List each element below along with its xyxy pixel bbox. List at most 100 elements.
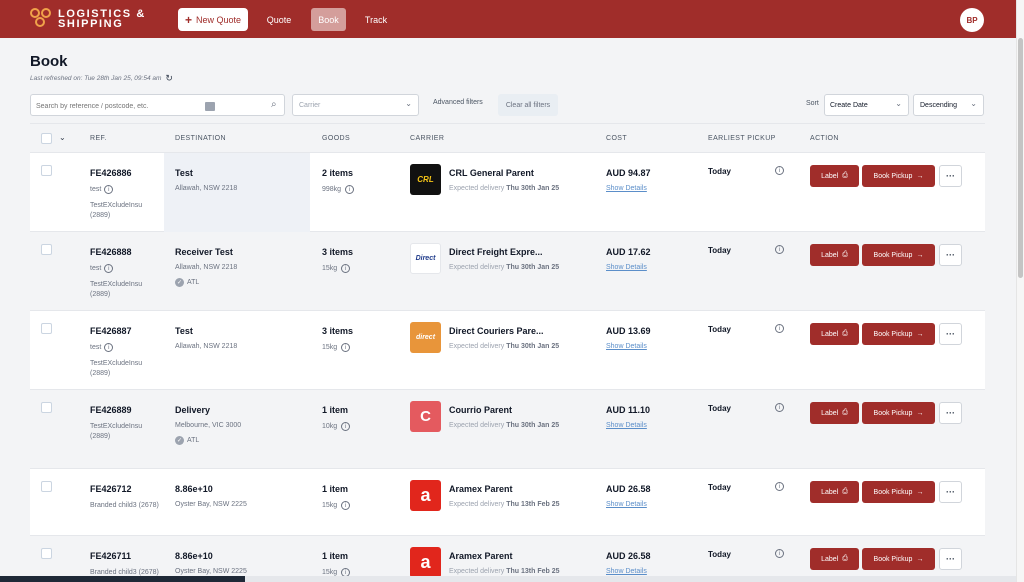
book-pickup-button[interactable]: Book Pickup → — [862, 323, 935, 345]
calendar-icon[interactable] — [205, 102, 215, 111]
more-options-button[interactable]: ··· — [939, 244, 962, 266]
info-icon[interactable]: i — [775, 166, 784, 175]
label-button[interactable]: Label ⎙ — [810, 402, 859, 424]
info-icon[interactable]: i — [341, 422, 351, 431]
row-destination-location: Allawah, NSW 2218 — [175, 264, 238, 271]
info-icon[interactable]: i — [775, 403, 784, 412]
show-details-link[interactable]: Show Details — [606, 185, 647, 192]
label-button[interactable]: Label ⎙ — [810, 323, 859, 345]
label-button[interactable]: Label ⎙ — [810, 548, 859, 570]
chevron-down-icon[interactable]: ⌄ — [59, 133, 66, 142]
row-checkbox[interactable] — [41, 402, 52, 413]
row-checkbox[interactable] — [41, 323, 52, 334]
row-weight: 15kg i — [322, 501, 351, 510]
search-input[interactable] — [31, 96, 191, 117]
search-icon[interactable]: ⌕ — [271, 99, 277, 110]
table-row[interactable]: FE426889 TestEXcludeInsu (2889) Delivery… — [30, 390, 985, 469]
nav-quote[interactable]: Quote — [262, 8, 296, 31]
row-ref-sub: test i — [90, 185, 114, 194]
show-details-link[interactable]: Show Details — [606, 343, 647, 350]
brand-logo[interactable]: LOGISTICS & SHIPPING — [30, 8, 146, 30]
book-pickup-button[interactable]: Book Pickup → — [862, 244, 935, 266]
row-goods: 1 item — [322, 405, 349, 415]
row-account: Branded child3 (2678) — [90, 502, 159, 509]
show-details-link[interactable]: Show Details — [606, 422, 647, 429]
label-button[interactable]: Label ⎙ — [810, 165, 859, 187]
row-account: TestEXcludeInsu (2889) — [90, 202, 143, 219]
row-goods: 3 items — [322, 247, 354, 257]
row-ref[interactable]: FE426889 — [90, 405, 132, 415]
crl-logo-icon: CRL — [410, 164, 441, 195]
row-carrier-name: Direct Couriers Pare... — [449, 326, 544, 336]
nav-book[interactable]: Book — [311, 8, 346, 31]
row-earliest-pickup: Today — [708, 404, 731, 413]
table-row[interactable]: FE426712 Branded child3 (2678) 8.86e+10 … — [30, 469, 985, 536]
more-options-button[interactable]: ··· — [939, 402, 962, 424]
row-checkbox[interactable] — [41, 548, 52, 559]
info-icon[interactable]: i — [341, 264, 351, 273]
info-icon[interactable]: i — [775, 324, 784, 333]
row-destination-name: Test — [175, 326, 193, 336]
header-carrier: CARRIER — [410, 135, 445, 142]
book-pickup-button[interactable]: Book Pickup → — [862, 548, 935, 570]
info-icon[interactable]: i — [104, 343, 114, 352]
row-checkbox[interactable] — [41, 244, 52, 255]
row-carrier-name: CRL General Parent — [449, 168, 534, 178]
show-details-link[interactable]: Show Details — [606, 501, 647, 508]
row-ref[interactable]: FE426887 — [90, 326, 132, 336]
label-button-text: Label — [821, 409, 839, 417]
row-ref-sub: test i — [90, 264, 114, 273]
row-checkbox[interactable] — [41, 481, 52, 492]
info-icon[interactable]: i — [341, 501, 351, 510]
row-carrier-name: Aramex Parent — [449, 551, 513, 561]
clear-all-filters-button[interactable]: Clear all filters — [498, 94, 558, 116]
info-icon[interactable]: i — [775, 245, 784, 254]
info-icon[interactable]: i — [775, 549, 784, 558]
show-details-link[interactable]: Show Details — [606, 568, 647, 575]
table-row[interactable]: FE426887 test i TestEXcludeInsu (2889) Te… — [30, 311, 985, 390]
user-avatar[interactable]: BP — [960, 8, 984, 32]
carrier-select[interactable]: Carrier ⌄ — [292, 94, 419, 116]
info-icon[interactable]: i — [345, 185, 355, 194]
book-pickup-button[interactable]: Book Pickup → — [862, 481, 935, 503]
row-carrier-name: Aramex Parent — [449, 484, 513, 494]
book-pickup-button[interactable]: Book Pickup → — [862, 165, 935, 187]
taskbar-strip — [0, 576, 245, 582]
row-earliest-pickup: Today — [708, 550, 731, 559]
label-button[interactable]: Label ⎙ — [810, 244, 859, 266]
nav-track[interactable]: Track — [360, 8, 392, 31]
search-box: ⌕ — [30, 94, 285, 117]
info-icon[interactable]: i — [775, 482, 784, 491]
header-destination: DESTINATION — [175, 135, 226, 142]
arrow-right-icon: → — [916, 251, 924, 259]
new-quote-button[interactable]: + New Quote — [178, 8, 248, 31]
row-ref[interactable]: FE426712 — [90, 484, 132, 494]
row-destination-name: 8.86e+10 — [175, 551, 213, 561]
info-icon[interactable]: i — [104, 185, 114, 194]
table-row[interactable]: FE426886 test i TestEXcludeInsu (2889) Te… — [30, 153, 985, 232]
more-options-button[interactable]: ··· — [939, 165, 962, 187]
sort-direction-select[interactable]: Descending ⌄ — [913, 94, 984, 116]
select-all-checkbox[interactable] — [41, 133, 52, 144]
show-details-link[interactable]: Show Details — [606, 264, 647, 271]
sort-field-select[interactable]: Create Date ⌄ — [824, 94, 909, 116]
plus-icon: + — [184, 12, 192, 27]
more-options-button[interactable]: ··· — [939, 323, 962, 345]
logo-rings-icon — [30, 8, 54, 30]
label-button[interactable]: Label ⎙ — [810, 481, 859, 503]
more-options-button[interactable]: ··· — [939, 548, 962, 570]
info-icon[interactable]: i — [341, 343, 351, 352]
refresh-icon[interactable]: ↻ — [165, 73, 173, 84]
row-checkbox[interactable] — [41, 165, 52, 176]
row-ref[interactable]: FE426886 — [90, 168, 132, 178]
more-options-button[interactable]: ··· — [939, 481, 962, 503]
book-pickup-button[interactable]: Book Pickup → — [862, 402, 935, 424]
row-ref[interactable]: FE426711 — [90, 551, 131, 561]
advanced-filters-link[interactable]: Advanced filters — [433, 99, 483, 106]
scrollbar-thumb[interactable] — [1018, 38, 1023, 278]
row-ref[interactable]: FE426888 — [90, 247, 132, 257]
info-icon[interactable]: i — [104, 264, 114, 273]
vertical-scrollbar[interactable] — [1016, 0, 1024, 582]
header-ref: REF. — [90, 135, 107, 142]
table-row[interactable]: FE426888 test i TestEXcludeInsu (2889) Re… — [30, 232, 985, 311]
